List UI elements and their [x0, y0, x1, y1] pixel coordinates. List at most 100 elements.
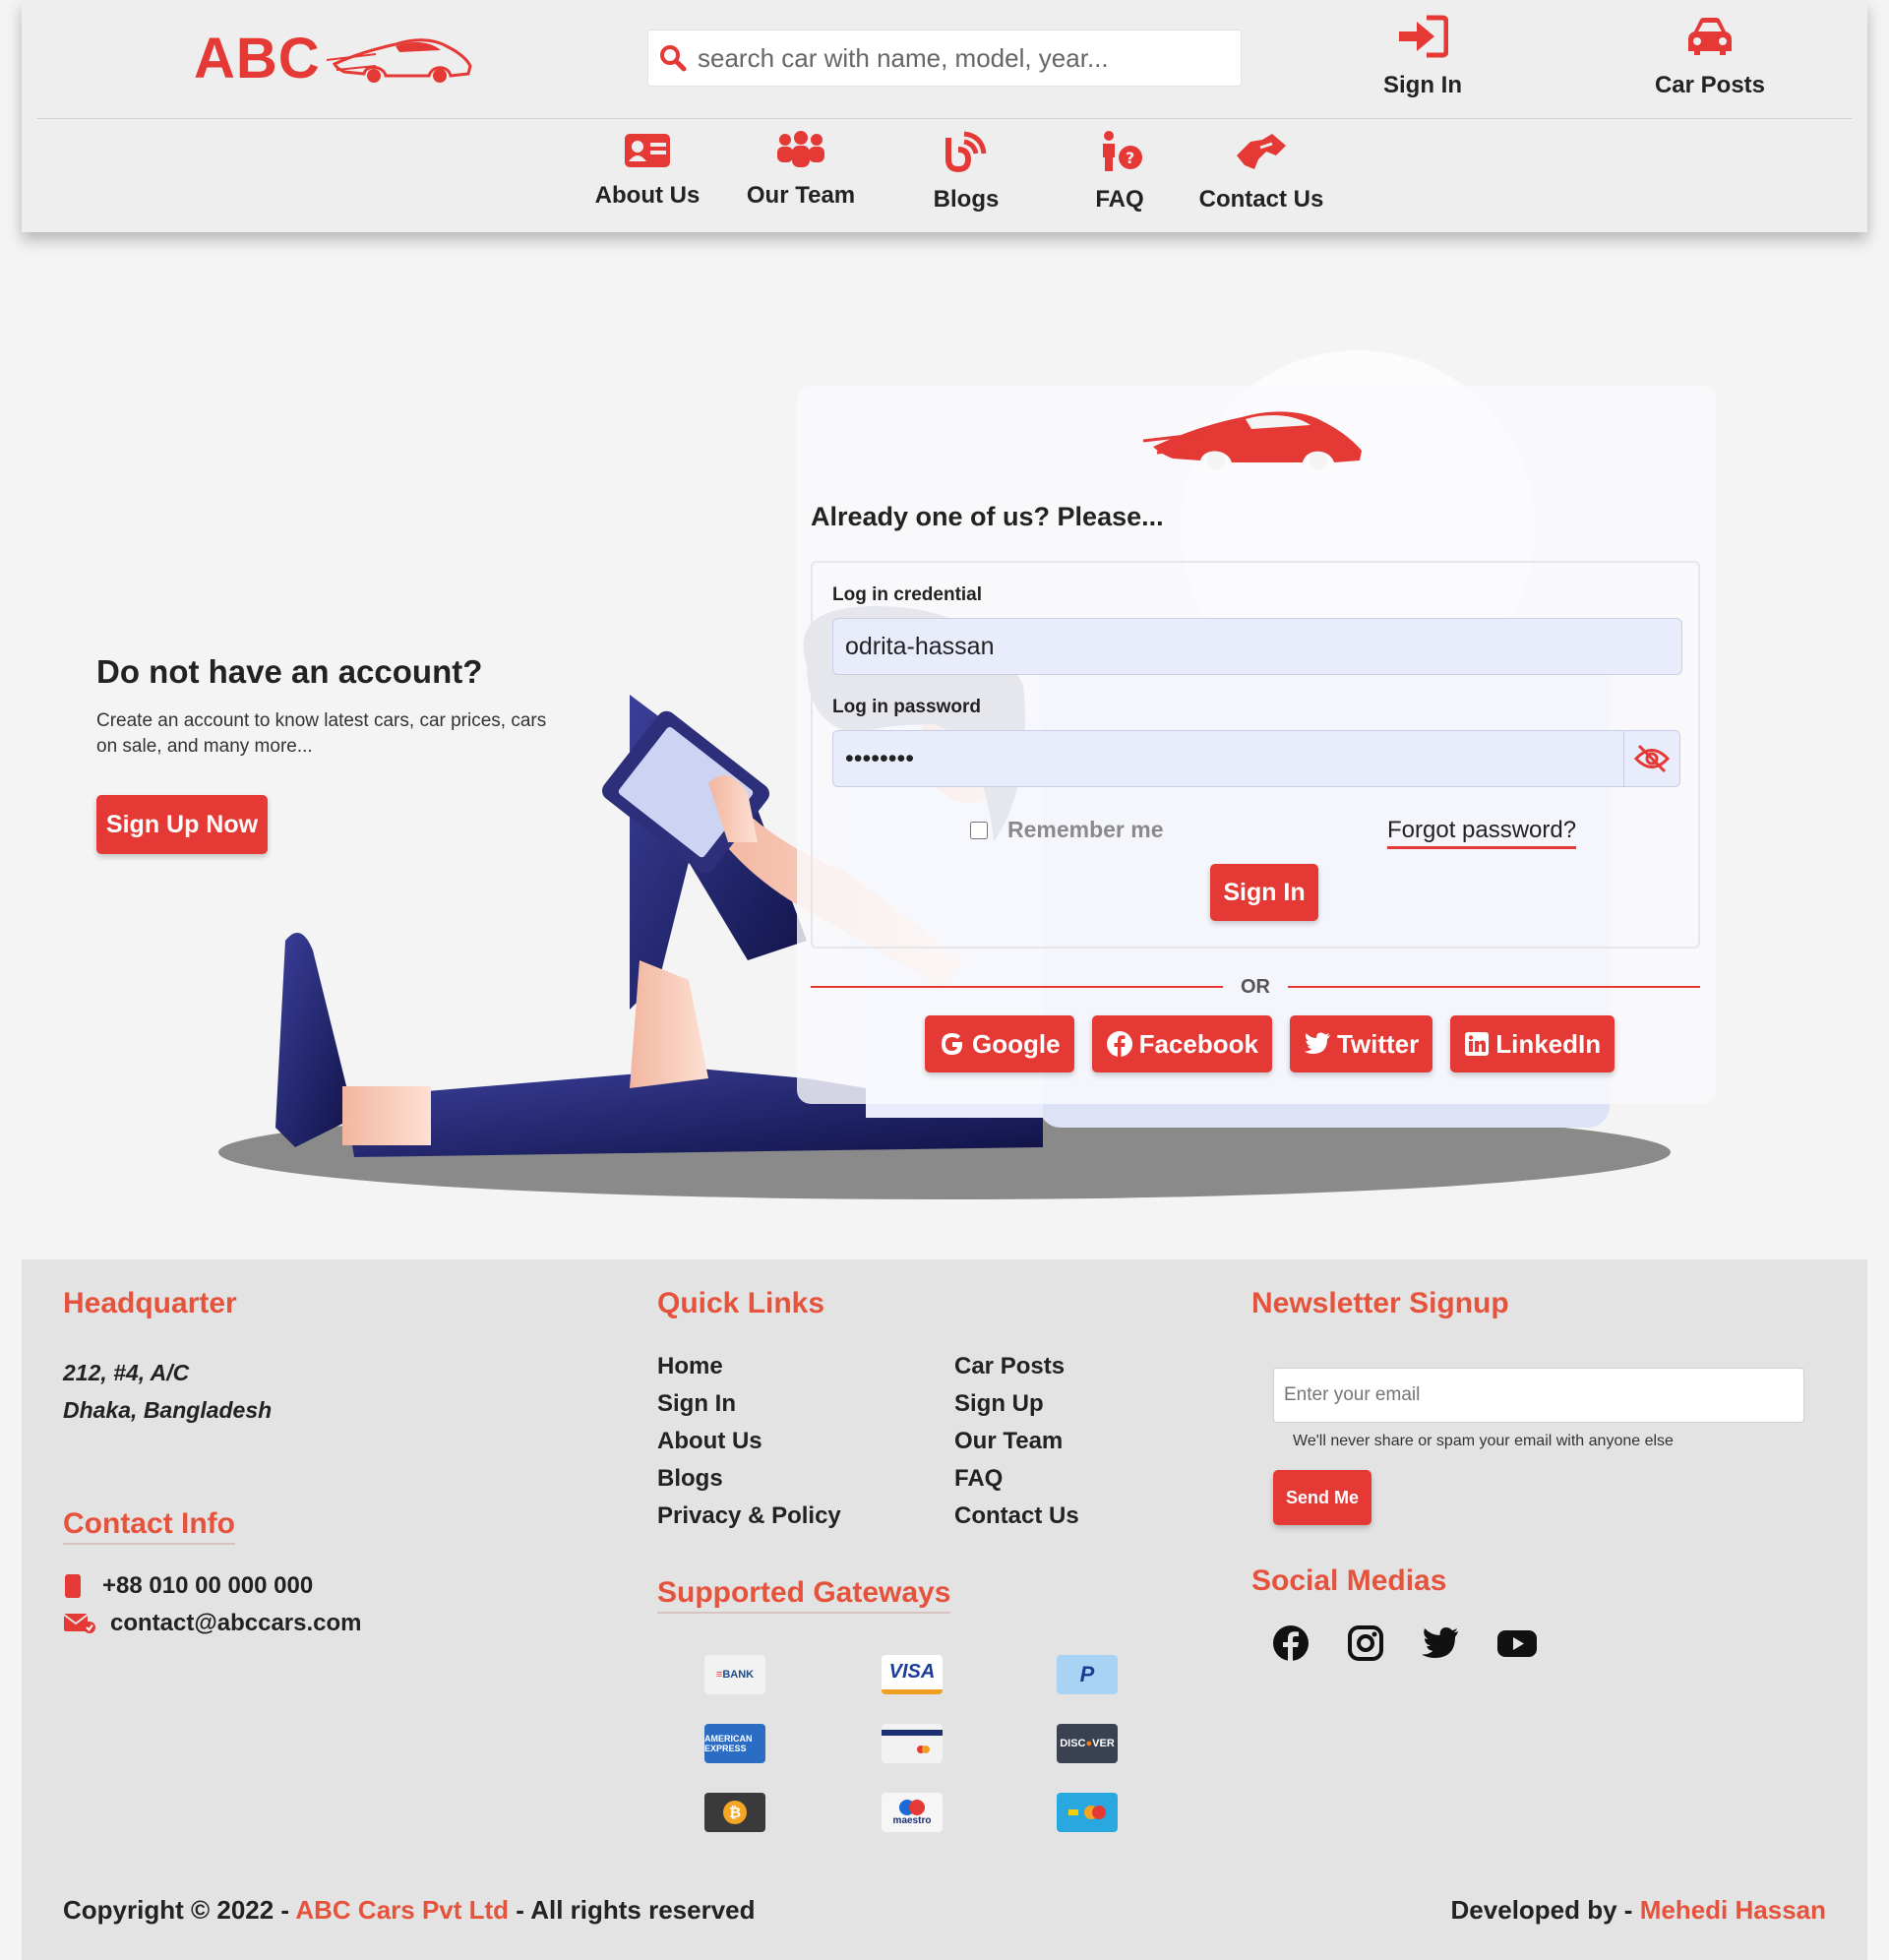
logo-car-icon	[1143, 411, 1362, 469]
copyright-suffix: - All rights reserved	[516, 1895, 756, 1925]
car-posts-link[interactable]: Car Posts	[1641, 14, 1779, 99]
password-input[interactable]	[832, 730, 1625, 787]
mail-icon	[63, 1614, 95, 1633]
google-label: Google	[972, 1028, 1061, 1059]
credential-label: Log in credential	[832, 584, 983, 605]
search-bar[interactable]	[647, 30, 1242, 87]
remember-me[interactable]: Remember me	[970, 817, 1164, 843]
youtube-icon[interactable]	[1495, 1623, 1539, 1663]
password-label: Log in password	[832, 697, 981, 717]
id-card-icon	[625, 134, 670, 167]
newsletter-email-input[interactable]	[1273, 1368, 1804, 1423]
developer-credit: Developed by - Mehedi Hassan	[1451, 1895, 1826, 1926]
car-icon	[1688, 18, 1732, 55]
car-posts-label: Car Posts	[1654, 72, 1766, 98]
login-form: Log in credential Log in password Rememb…	[811, 561, 1700, 949]
linkedin-login-button[interactable]: LinkedIn	[1450, 1015, 1615, 1072]
credential-input[interactable]	[832, 618, 1682, 675]
phone-row: +88 010 00 000 000	[63, 1572, 313, 1600]
or-text: OR	[1241, 975, 1270, 998]
newsletter-title: Newsletter Signup	[1251, 1287, 1509, 1319]
quick-link-home[interactable]: Home	[657, 1348, 841, 1385]
toggle-password-button[interactable]	[1623, 730, 1680, 787]
twitter-icon[interactable]	[1421, 1623, 1460, 1663]
nav-label: Contact Us	[1198, 186, 1324, 213]
nav-blogs[interactable]: Blogs	[907, 130, 1025, 218]
or-divider: OR	[811, 972, 1700, 1002]
social-login-buttons: Google Facebook Twitter LinkedIn	[925, 1015, 1632, 1072]
svg-text:?: ?	[1126, 149, 1134, 167]
remember-me-label: Remember me	[1007, 817, 1164, 842]
nav-faq[interactable]: ? FAQ	[1070, 130, 1169, 218]
mastercard-icon	[1057, 1793, 1118, 1832]
address: 212, #4, A/C Dhaka, Bangladesh	[63, 1354, 272, 1429]
quick-link-contact-us[interactable]: Contact Us	[954, 1498, 1079, 1535]
visa-icon: VISA	[882, 1655, 943, 1694]
maestro-icon: maestro	[882, 1793, 943, 1832]
quick-link-blogs[interactable]: Blogs	[657, 1460, 841, 1498]
quick-link-sign-up[interactable]: Sign Up	[954, 1385, 1079, 1423]
logo[interactable]: ABC	[194, 24, 489, 92]
facebook-login-button[interactable]: Facebook	[1091, 1015, 1272, 1072]
facebook-icon	[1106, 1031, 1132, 1057]
quick-link-faq[interactable]: FAQ	[954, 1460, 1079, 1498]
quick-links-col2: Car Posts Sign Up Our Team FAQ Contact U…	[954, 1348, 1079, 1535]
quick-link-car-posts[interactable]: Car Posts	[954, 1348, 1079, 1385]
eye-slash-icon	[1634, 744, 1670, 773]
hero-section: Do not have an account? Create an accoun…	[0, 232, 1889, 1259]
login-heading: Already one of us? Please...	[811, 502, 1164, 531]
google-icon	[942, 1033, 963, 1055]
sign-in-button[interactable]: Sign In	[1210, 864, 1318, 921]
nav-label: Blogs	[933, 186, 1000, 213]
quick-link-our-team[interactable]: Our Team	[954, 1423, 1079, 1460]
sign-in-label: Sign In	[1383, 72, 1462, 98]
bank-transfer-icon: ≡ BANK	[704, 1655, 765, 1694]
search-input[interactable]	[698, 42, 1229, 74]
team-icon	[777, 131, 824, 167]
phone-icon	[65, 1574, 81, 1598]
sign-in-link[interactable]: Sign In	[1364, 14, 1482, 99]
facebook-icon[interactable]	[1271, 1623, 1310, 1663]
copyright: Copyright © 2022 - ABC Cars Pvt Ltd - Al…	[63, 1895, 756, 1926]
nav-about-us[interactable]: About Us	[586, 130, 708, 218]
paypal-icon: P	[1057, 1655, 1118, 1694]
signup-cta: Do not have an account? Create an accoun…	[96, 653, 559, 854]
developer-link[interactable]: Mehedi Hassan	[1640, 1895, 1826, 1925]
site-header: ABC Sign In Car Posts About Us	[22, 0, 1867, 232]
sign-in-icon	[1399, 15, 1449, 58]
contact-info-title: Contact Info	[63, 1507, 235, 1545]
american-express-icon: AMERICAN EXPRESS	[704, 1724, 765, 1763]
headquarter-title: Headquarter	[63, 1287, 237, 1319]
forgot-password-link[interactable]: Forgot password?	[1387, 817, 1577, 849]
nav-our-team[interactable]: Our Team	[740, 130, 862, 218]
credit-card-icon	[882, 1724, 943, 1763]
company-link[interactable]: ABC Cars Pvt Ltd	[295, 1895, 509, 1925]
address-line: 212, #4, A/C	[63, 1360, 190, 1385]
instagram-icon[interactable]	[1346, 1623, 1385, 1663]
handshake-icon	[1237, 134, 1286, 169]
logo-text: ABC	[194, 26, 321, 91]
nav-label: Our Team	[746, 182, 856, 209]
bitcoin-icon: ₿	[704, 1793, 765, 1832]
quick-link-privacy-policy[interactable]: Privacy & Policy	[657, 1498, 841, 1535]
developed-by-label: Developed by -	[1450, 1895, 1633, 1925]
linkedin-icon	[1465, 1032, 1490, 1056]
google-login-button[interactable]: Google	[925, 1015, 1074, 1072]
facebook-label: Facebook	[1138, 1028, 1258, 1059]
quick-links-title: Quick Links	[657, 1287, 825, 1319]
twitter-label: Twitter	[1336, 1028, 1420, 1059]
remember-me-checkbox[interactable]	[970, 821, 988, 839]
twitter-login-button[interactable]: Twitter	[1289, 1015, 1433, 1072]
send-me-button[interactable]: Send Me	[1273, 1470, 1371, 1525]
sign-up-now-button[interactable]: Sign Up Now	[96, 795, 268, 854]
person-question-icon: ?	[1103, 131, 1142, 171]
search-icon	[648, 43, 698, 73]
logo-car-icon	[326, 38, 472, 83]
copyright-prefix: Copyright © 2022 -	[63, 1895, 290, 1925]
quick-link-sign-in[interactable]: Sign In	[657, 1385, 841, 1423]
discover-icon: DISC ● VER	[1057, 1724, 1118, 1763]
quick-link-about-us[interactable]: About Us	[657, 1423, 841, 1460]
nav-contact-us[interactable]: Contact Us	[1192, 130, 1330, 218]
social-medias-title: Social Medias	[1251, 1564, 1447, 1597]
header-divider	[37, 118, 1852, 119]
